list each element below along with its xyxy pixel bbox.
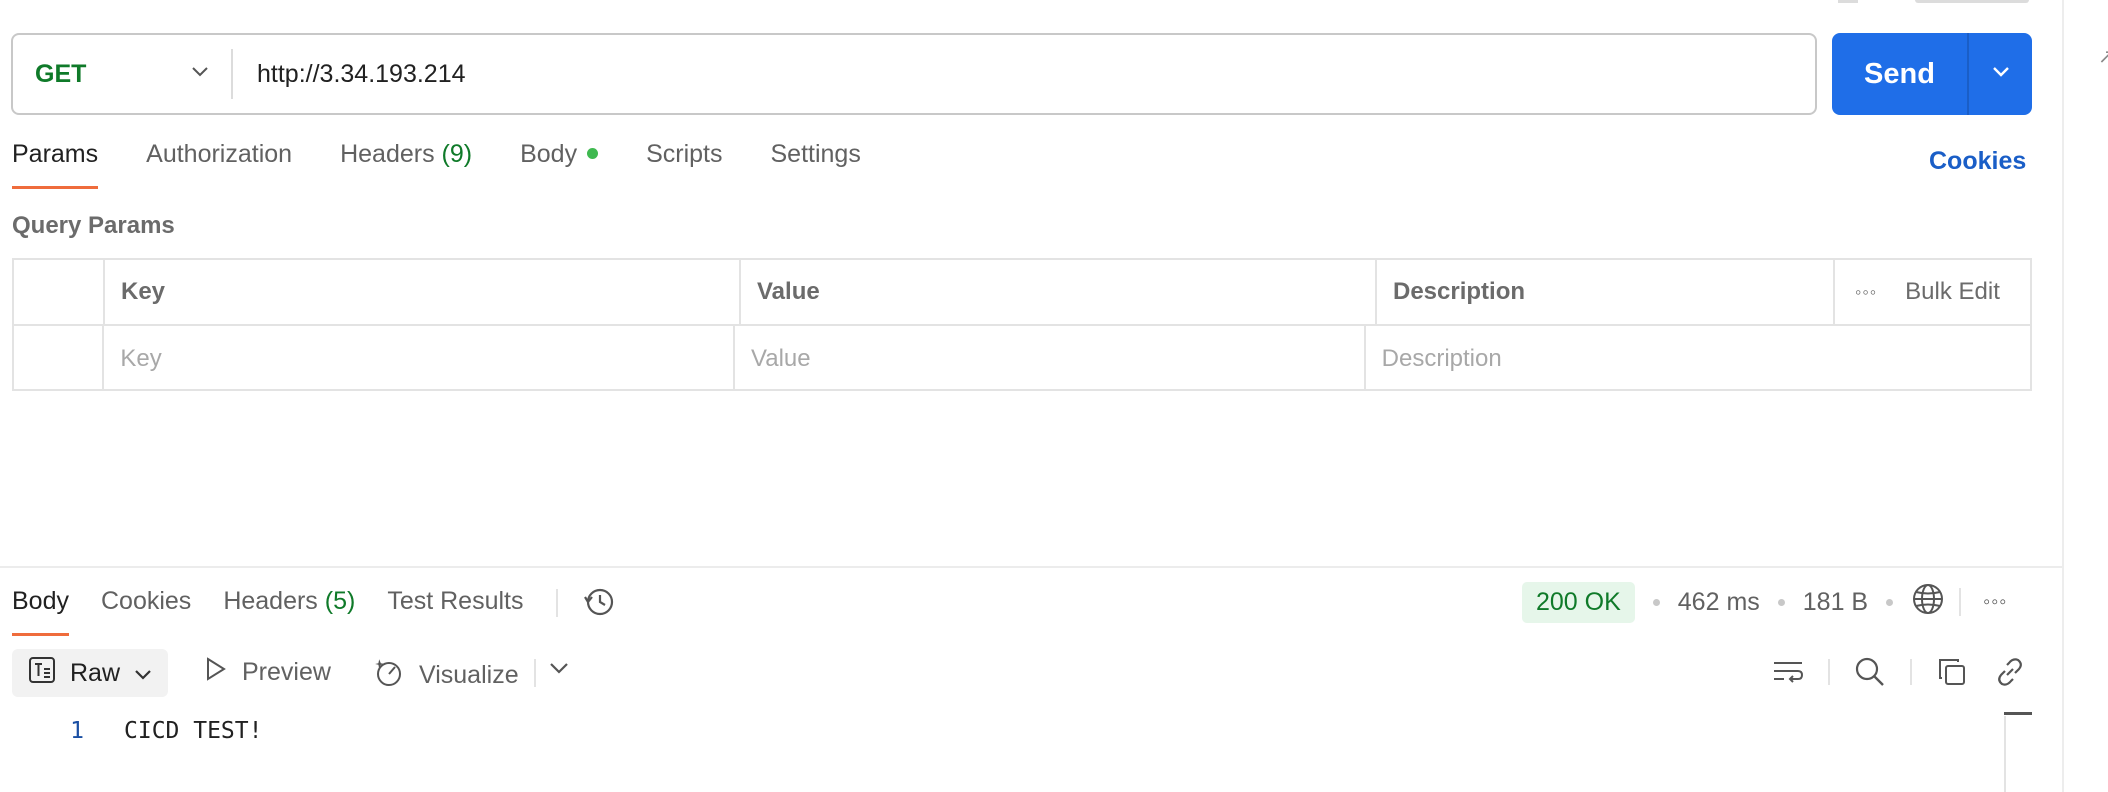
pane-splitter[interactable] (0, 566, 2062, 568)
table-actions: ◦◦◦ Bulk Edit (1835, 260, 2030, 324)
chevron-down-icon (549, 662, 569, 679)
tab-response-body[interactable]: Body (12, 587, 69, 636)
link-icon[interactable] (1992, 654, 2028, 690)
right-sidebar-edge (2062, 0, 2108, 792)
url-input[interactable]: http://3.34.193.214 (233, 60, 466, 89)
table-row: Key Value Description (14, 326, 2030, 391)
response-body-line[interactable]: 1 CICD TEST! (0, 718, 262, 744)
checkbox-column-header (14, 260, 105, 324)
divider (1828, 659, 1830, 685)
globe-icon[interactable] (1911, 582, 1945, 623)
description-input[interactable]: Description (1366, 326, 2030, 391)
play-icon (204, 656, 228, 689)
value-input[interactable]: Value (735, 326, 1366, 391)
response-tabs: Body Cookies Headers (5) Test Results (12, 587, 616, 636)
headers-count: (9) (441, 140, 473, 168)
column-header-value: Value (741, 260, 1377, 324)
response-headers-count: (5) (324, 587, 356, 615)
chevron-down-icon (191, 65, 209, 83)
method-label: GET (35, 59, 87, 88)
top-toolbar-fragment (1838, 0, 1858, 3)
status-badge[interactable]: 200 OK (1522, 581, 1635, 623)
request-url-bar: GET http://3.34.193.214 (11, 33, 1817, 115)
text-format-icon (28, 656, 56, 691)
preview-button[interactable]: Preview (204, 656, 331, 689)
tab-settings[interactable]: Settings (770, 140, 860, 189)
divider (1959, 588, 1962, 616)
search-icon[interactable] (1852, 654, 1888, 690)
history-icon[interactable] (582, 585, 616, 624)
query-params-title: Query Params (12, 212, 175, 239)
tab-test-results[interactable]: Test Results (387, 587, 523, 636)
response-tools (1770, 654, 2028, 690)
line-text: CICD TEST! (124, 718, 263, 744)
top-toolbar-fragment (1915, 0, 2029, 3)
tab-scripts[interactable]: Scripts (646, 140, 722, 189)
table-header-row: Key Value Description ◦◦◦ Bulk Edit (14, 260, 2030, 326)
tab-response-headers[interactable]: Headers (5) (223, 587, 355, 636)
column-header-description: Description (1377, 260, 1835, 324)
visualize-icon (373, 656, 405, 695)
request-tabs: Params Authorization Headers (9) Body Sc… (12, 140, 909, 194)
cookies-link[interactable]: Cookies (1929, 147, 2026, 176)
line-number: 1 (70, 718, 84, 744)
query-params-table: Key Value Description ◦◦◦ Bulk Edit Key … (12, 258, 2032, 391)
separator-dot (1652, 598, 1660, 606)
column-header-key: Key (105, 260, 741, 324)
wrap-lines-icon[interactable] (1770, 654, 1806, 690)
response-meta: 200 OK 462 ms 181 B ◦◦◦ (1522, 580, 2007, 624)
tab-response-cookies[interactable]: Cookies (101, 587, 191, 636)
tab-headers[interactable]: Headers (9) (340, 140, 472, 189)
chevron-down-icon (134, 659, 152, 688)
row-checkbox-cell (14, 326, 105, 391)
response-time[interactable]: 462 ms (1678, 588, 1760, 617)
bulk-edit-button[interactable]: Bulk Edit (1905, 278, 2000, 306)
chevron-down-icon (1992, 65, 2010, 83)
scrollbar-thumb[interactable] (2004, 712, 2032, 715)
send-label: Send (1864, 57, 1935, 90)
tab-authorization[interactable]: Authorization (146, 140, 292, 189)
visualize-options-button[interactable] (549, 661, 569, 680)
scrollbar-track[interactable] (2004, 716, 2006, 792)
tabs-divider (555, 589, 558, 617)
divider (534, 659, 536, 687)
pin-icon[interactable]: ↗ (2098, 44, 2108, 69)
separator-dot (1777, 598, 1785, 606)
response-size[interactable]: 181 B (1803, 588, 1868, 617)
tab-body[interactable]: Body (520, 140, 599, 189)
tab-params[interactable]: Params (12, 140, 99, 189)
send-options-button[interactable] (1969, 65, 2032, 83)
more-options-icon[interactable]: ◦◦◦ (1983, 591, 2007, 614)
format-label: Raw (70, 658, 121, 687)
send-button[interactable]: Send (1832, 33, 2032, 115)
separator-dot (1886, 598, 1894, 606)
copy-icon[interactable] (1934, 654, 1970, 690)
method-selector[interactable]: GET (13, 49, 233, 99)
format-selector[interactable]: Raw (12, 649, 168, 697)
more-options-icon[interactable]: ◦◦◦ (1855, 282, 1877, 303)
body-indicator-dot (587, 147, 599, 159)
divider (1910, 659, 1912, 685)
key-input[interactable]: Key (104, 326, 736, 391)
visualize-button[interactable]: Visualize (373, 656, 519, 695)
